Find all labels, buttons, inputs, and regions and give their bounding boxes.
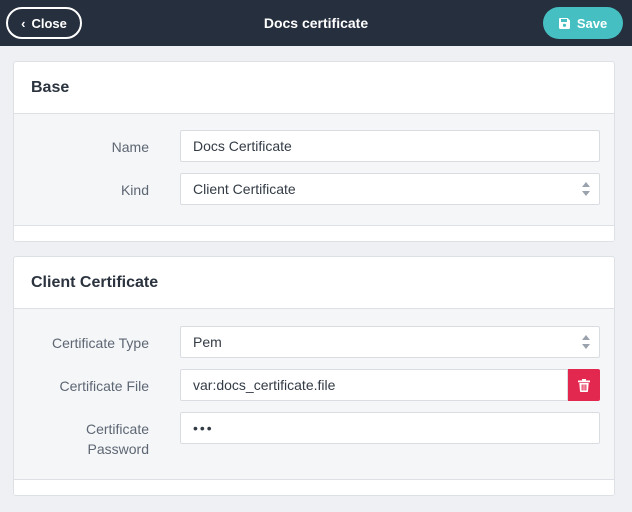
base-panel-heading: Base bbox=[14, 62, 614, 114]
certificate-type-value: Pem bbox=[193, 334, 222, 350]
close-button-label: Close bbox=[31, 15, 67, 31]
name-input[interactable]: Docs Certificate bbox=[180, 130, 600, 162]
page-title: Docs certificate bbox=[263, 15, 369, 31]
certificate-file-label: Certificate File bbox=[59, 378, 149, 394]
client-certificate-panel: Client Certificate Certificate Type Pem … bbox=[13, 256, 615, 496]
chevron-left-icon: ‹ bbox=[21, 15, 26, 31]
certificate-type-label: Certificate Type bbox=[51, 335, 149, 351]
save-button[interactable]: Save bbox=[543, 7, 623, 39]
save-button-label: Save bbox=[576, 15, 608, 31]
certificate-password-input[interactable]: ••• bbox=[180, 412, 600, 444]
top-bar: ‹ Close Docs certificate Save bbox=[0, 0, 632, 46]
certificate-type-select[interactable]: Pem bbox=[180, 326, 600, 358]
kind-label: Kind bbox=[120, 182, 149, 198]
base-panel-footer bbox=[14, 225, 614, 241]
certificate-password-label: Certificate Password bbox=[0, 419, 149, 459]
password-dots: ••• bbox=[193, 420, 214, 436]
base-panel: Base Name Docs Certificate Kind Client C… bbox=[13, 61, 615, 242]
certificate-file-input[interactable]: var:docs_certificate.file bbox=[180, 369, 568, 401]
trash-icon bbox=[578, 378, 590, 392]
close-button[interactable]: ‹ Close bbox=[6, 7, 82, 39]
client-certificate-heading: Client Certificate bbox=[14, 257, 614, 309]
select-arrows-icon bbox=[582, 182, 590, 196]
kind-select[interactable]: Client Certificate bbox=[180, 173, 600, 205]
delete-file-button[interactable] bbox=[568, 369, 600, 401]
certificate-password-label-line2: Password bbox=[87, 441, 149, 457]
client-certificate-footer bbox=[14, 479, 614, 495]
name-label: Name bbox=[111, 139, 149, 155]
kind-select-value: Client Certificate bbox=[193, 181, 296, 197]
certificate-password-label-line1: Certificate bbox=[85, 421, 149, 437]
base-panel-body: Name Docs Certificate Kind Client Certif… bbox=[14, 114, 614, 241]
select-arrows-icon bbox=[582, 335, 590, 349]
client-certificate-body: Certificate Type Pem Certificate File va… bbox=[14, 309, 614, 495]
floppy-disk-icon bbox=[558, 17, 570, 29]
